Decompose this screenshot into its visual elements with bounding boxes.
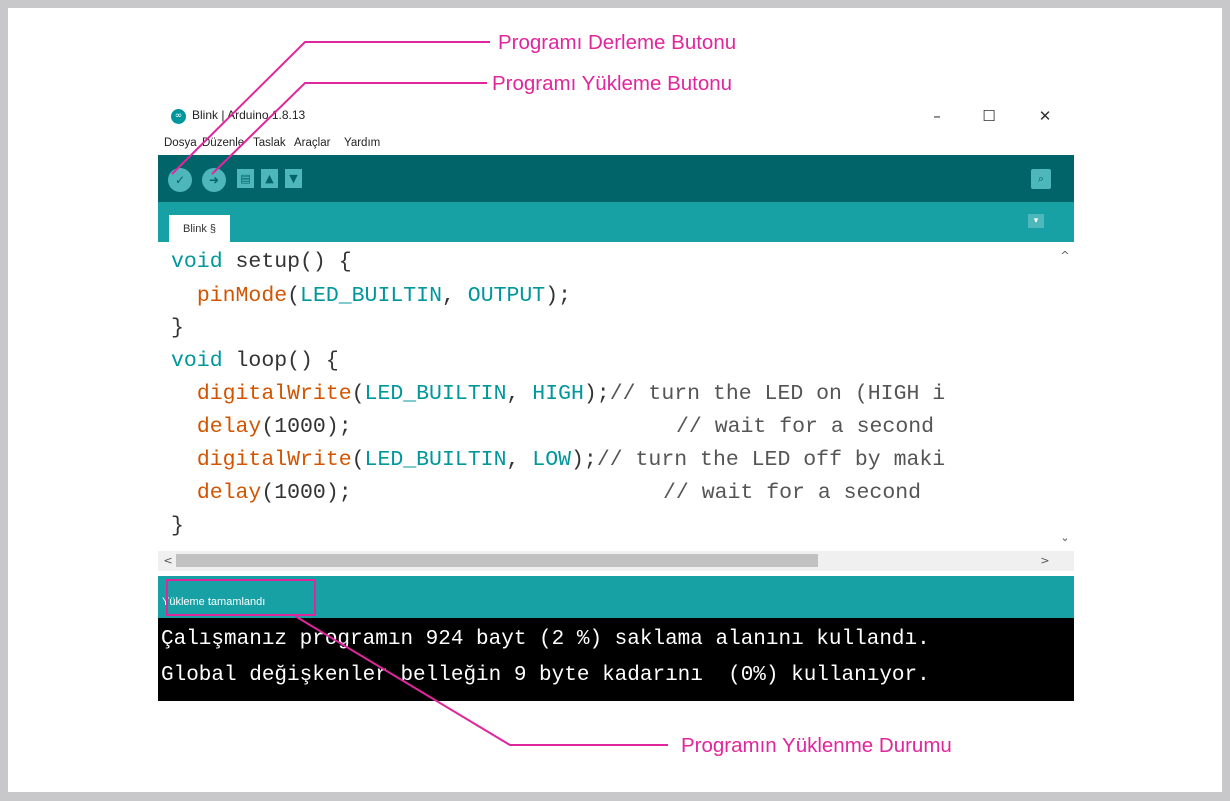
callout-line-verify xyxy=(171,41,490,175)
annotation-status: Programın Yüklenme Durumu xyxy=(681,734,952,757)
annotation-verify: Programı Derleme Butonu xyxy=(498,31,737,54)
callout-line-status xyxy=(294,615,668,746)
callout-lines xyxy=(171,41,668,746)
annotation-upload: Programı Yükleme Butonu xyxy=(492,72,733,95)
callout-line-upload xyxy=(211,82,487,175)
